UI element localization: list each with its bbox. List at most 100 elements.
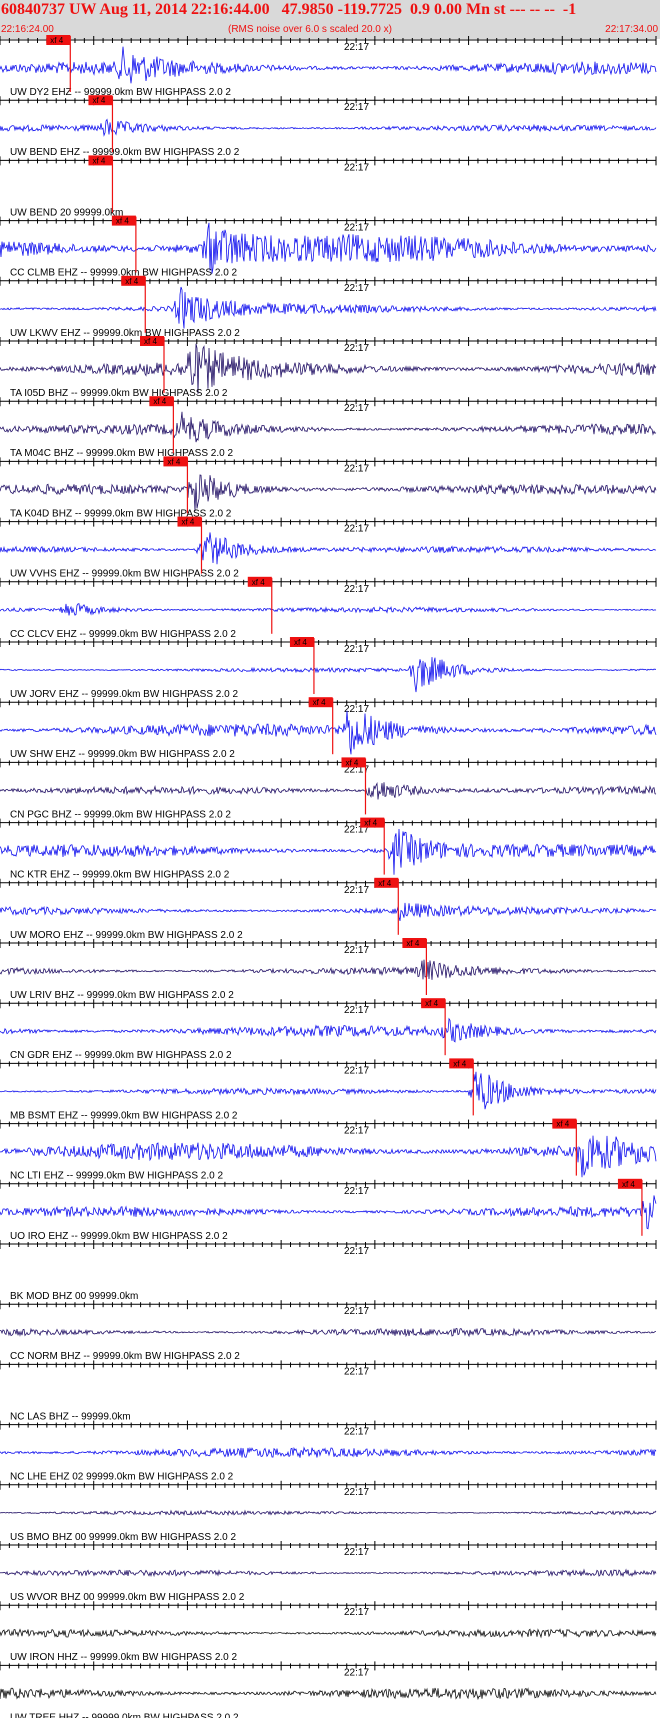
waveform-line	[0, 46, 657, 84]
trace-row: 22:17 UO IRO EHZ -- 99999.0km BW HIGHPASS…	[0, 1178, 657, 1242]
station-label: NC LAS BHZ -- 99999.0km	[10, 1411, 131, 1422]
pick-label: xf 4	[50, 36, 63, 45]
center-time-label: 22:17	[344, 1246, 369, 1257]
waveform-line	[0, 710, 657, 755]
pick-label: xf 4	[622, 1180, 635, 1189]
trace-row: 22:17 TA M04C BHZ -- 99999.0km BW HIGHPAS…	[0, 396, 657, 459]
waveform-line	[0, 1195, 657, 1230]
station-label: UW VVHS EHZ -- 99999.0km BW HIGHPASS 2.0…	[10, 569, 239, 580]
station-label: MB BSMT EHZ -- 99999.0km BW HIGHPASS 2.0…	[10, 1110, 238, 1121]
center-time-label: 22:17	[344, 584, 369, 595]
waveform-line	[0, 343, 657, 394]
trace-row: 22:17 NC LAS BHZ -- 99999.0km	[0, 1360, 657, 1422]
pick-label: xf 4	[92, 96, 105, 105]
waveform-line	[0, 286, 657, 329]
pick-label: xf 4	[453, 1059, 466, 1068]
seismogram-plot: 22:17 UW DY2 EHZ -- 99999.0km BW HIGHPASS…	[0, 35, 657, 1718]
station-label: UW JORV EHZ -- 99999.0km BW HIGHPASS 2.0…	[10, 689, 238, 700]
station-label: TA M04C BHZ -- 99999.0km BW HIGHPASS 2.0…	[10, 448, 233, 459]
pick-label: xf 4	[313, 698, 326, 707]
trace-row: 22:17 CC NORM BHZ -- 99999.0km BW HIGHPAS…	[0, 1300, 657, 1362]
station-label: UW BEND 20 99999.0km	[10, 207, 123, 218]
traces-layer: 22:17 UW DY2 EHZ -- 99999.0km BW HIGHPASS…	[0, 35, 657, 1718]
trace-row: 22:17 UW SHW EHZ -- 99999.0km BW HIGHPASS…	[0, 697, 657, 760]
waveform-line	[0, 657, 656, 693]
center-time-label: 22:17	[344, 945, 369, 956]
trace-row: 22:17 UW IRON HHZ -- 99999.0km BW HIGHPAS…	[0, 1601, 657, 1663]
waveform-line	[0, 474, 657, 512]
waveform-line	[0, 1017, 657, 1043]
waveform-line	[0, 1687, 657, 1701]
station-label: CN GDR EHZ -- 99999.0km BW HIGHPASS 2.0 …	[10, 1050, 232, 1061]
station-label: UW LKWV EHZ -- 99999.0km BW HIGHPASS 2.0…	[10, 328, 240, 339]
center-time-label: 22:17	[344, 283, 369, 294]
station-label: NC KTR EHZ -- 99999.0km BW HIGHPASS 2.0 …	[10, 870, 230, 881]
station-label: US BMO BHZ 00 99999.0km BW HIGHPASS 2.0 …	[10, 1532, 236, 1543]
trace-row: 22:17 UW DY2 EHZ -- 99999.0km BW HIGHPASS…	[0, 35, 657, 98]
pick-label: xf 4	[425, 999, 438, 1008]
center-time-label: 22:17	[344, 403, 369, 414]
trace-row: 22:17 CN GDR EHZ -- 99999.0km BW HIGHPASS…	[0, 998, 657, 1061]
station-label: UW BEND EHZ -- 99999.0km BW HIGHPASS 2.0…	[10, 147, 240, 158]
center-time-label: 22:17	[344, 1005, 369, 1016]
center-time-label: 22:17	[344, 1366, 369, 1377]
trace-row: 22:17 NC LHE EHZ 02 99999.0km BW HIGHPASS…	[0, 1420, 657, 1483]
center-time-label: 22:17	[344, 644, 369, 655]
station-label: CC NORM BHZ -- 99999.0km BW HIGHPASS 2.0…	[10, 1351, 240, 1362]
pick-label: xf 4	[153, 397, 166, 406]
pick-label: xf 4	[252, 578, 265, 587]
waveform-line	[0, 603, 657, 616]
center-time-label: 22:17	[344, 1306, 369, 1317]
center-time-label: 22:17	[344, 1487, 369, 1498]
pick-label: xf 4	[144, 337, 157, 346]
center-time-label: 22:17	[344, 1126, 369, 1137]
center-time-label: 22:17	[344, 162, 369, 173]
waveform-line	[0, 222, 657, 274]
trace-row: 22:17 UW LRIV BHZ -- 99999.0km BW HIGHPAS…	[0, 938, 657, 1001]
waveform-line	[0, 1628, 657, 1639]
center-time-label: 22:17	[344, 885, 369, 896]
trace-row: 22:17 US WVOR BHZ 00 99999.0km BW HIGHPAS…	[0, 1541, 657, 1603]
center-time-label: 22:17	[344, 1186, 369, 1197]
center-time-label: 22:17	[344, 524, 369, 535]
center-time-label: 22:17	[344, 1607, 369, 1618]
waveform-line	[0, 1327, 657, 1338]
trace-row: 22:17CN PGC BHZ -- 99999.0km BW HIGHPASS…	[0, 757, 657, 820]
waveform-line	[0, 1568, 657, 1578]
station-label: BK MOD BHZ 00 99999.0km	[10, 1291, 138, 1302]
pick-label: xf 4	[378, 879, 391, 888]
center-time-label: 22:17	[344, 343, 369, 354]
waveform-line	[0, 1071, 657, 1110]
trace-row: 22:17 UW MORO EHZ -- 99999.0km BW HIGHPAS…	[0, 877, 657, 941]
waveform-line	[0, 902, 657, 922]
station-label: NC LHE EHZ 02 99999.0km BW HIGHPASS 2.0 …	[10, 1472, 234, 1483]
pick-label: xf 4	[125, 277, 138, 286]
station-label: CN PGC BHZ -- 99999.0km BW HIGHPASS 2.0 …	[10, 809, 231, 820]
waveform-line	[0, 1509, 657, 1517]
station-label: UW DY2 EHZ -- 99999.0km BW HIGHPASS 2.0 …	[10, 87, 231, 98]
trace-row: 22:17 US BMO BHZ 00 99999.0km BW HIGHPASS…	[0, 1480, 657, 1543]
pick-label: xf 4	[556, 1120, 569, 1129]
pick-label: xf 4	[345, 758, 358, 767]
center-time-label: 22:17	[344, 1547, 369, 1558]
waveform-line	[0, 781, 657, 800]
station-label: US WVOR BHZ 00 99999.0km BW HIGHPASS 2.0…	[10, 1592, 245, 1603]
waveform-line	[0, 1446, 657, 1458]
waveform-line	[0, 411, 657, 443]
station-label: CC CLCV EHZ -- 99999.0km BW HIGHPASS 2.0…	[10, 629, 236, 640]
center-time-label: 22:17	[344, 1427, 369, 1438]
trace-row: 22:17 UW JORV EHZ -- 99999.0km BW HIGHPAS…	[0, 637, 657, 700]
trace-row: 22:17 UW TREE HHZ -- 99999.0km BW HIGHPAS…	[0, 1661, 657, 1718]
waveform-line	[0, 959, 657, 980]
trace-row: 22:17 BK MOD BHZ 00 99999.0km	[0, 1240, 657, 1302]
trace-row: 22:17 MB BSMT EHZ -- 99999.0km BW HIGHPAS…	[0, 1058, 657, 1121]
station-label: UW SHW EHZ -- 99999.0km BW HIGHPASS 2.0 …	[10, 749, 235, 760]
center-time-label: 22:17	[344, 42, 369, 53]
waveform-line	[0, 532, 657, 565]
center-time-label: 22:17	[344, 1667, 369, 1678]
station-label: NC LTI EHZ -- 99999.0km BW HIGHPASS 2.0 …	[10, 1171, 223, 1182]
center-time-label: 22:17	[344, 463, 369, 474]
trace-row: 22:17NC KTR EHZ -- 99999.0km BW HIGHPASS…	[0, 817, 657, 881]
pick-label: xf 4	[294, 638, 307, 647]
center-time-label: 22:17	[344, 223, 369, 234]
